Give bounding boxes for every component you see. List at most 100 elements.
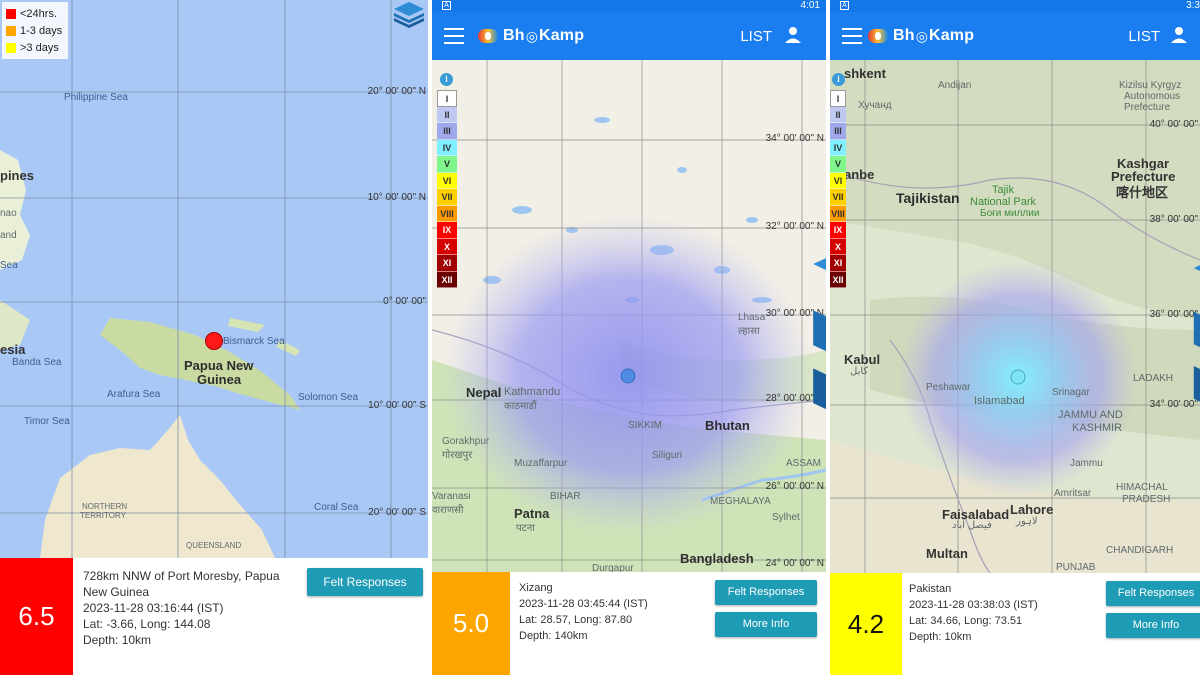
app-bar: Bh ◎ Kamp LIST (432, 12, 826, 60)
intensity-level: IV (437, 139, 457, 156)
intensity-level: II (437, 106, 457, 123)
map-label: Lahore (1010, 502, 1054, 517)
earthquake-marker[interactable] (205, 332, 223, 350)
magnitude-badge: 4.2 (830, 573, 902, 675)
map-label: Bangladesh (680, 551, 754, 566)
app-logo: Bh ◎ Kamp (478, 24, 584, 48)
logo-text: Bh (893, 27, 915, 44)
user-icon[interactable] (1170, 26, 1188, 44)
map-label: ल्हासा (738, 326, 760, 337)
event-details: 728km NNW of Port Moresby, Papua New Gui… (83, 568, 298, 648)
layers-icon[interactable] (790, 66, 826, 572)
map-label: and (0, 230, 17, 241)
map-label: NORTHERN (82, 502, 128, 511)
recency-legend-item: <24hrs. (6, 5, 62, 22)
layers-icon[interactable] (392, 0, 426, 28)
map-label: Bismarck Sea (223, 336, 285, 347)
map-label: Tajikistan (896, 190, 960, 206)
intensity-level: V (437, 156, 457, 173)
map-label: Guinea (197, 372, 242, 387)
datetime-text: 2023-11-28 03:38:03 (IST) (909, 599, 1038, 611)
felt-responses-button[interactable]: Felt Responses (1106, 581, 1200, 606)
datetime-text: 2023-11-28 03:16:44 (IST) (83, 601, 224, 615)
map-label: SIKKIM (628, 420, 662, 431)
intensity-level: VI (830, 172, 846, 189)
map-label: CHANDIGARH (1106, 545, 1174, 556)
app-logo: Bh ◎ Kamp (868, 24, 974, 48)
latitude-label: 10° 00' 00" S (368, 400, 426, 411)
map-label: کابل (850, 366, 869, 377)
menu-icon[interactable] (444, 28, 464, 44)
map-label: Muzaffarpur (514, 458, 568, 469)
layers-icon[interactable] (1172, 66, 1200, 573)
more-info-button[interactable]: More Info (715, 612, 817, 637)
map-label: Prefecture (1124, 102, 1171, 113)
panel-papua-new-guinea: Philippine Sea pines nao and Sea Bismarc… (0, 0, 428, 675)
latitude-label: 20° 00' 00" S (368, 507, 426, 518)
map-label: PRADESH (1122, 494, 1171, 505)
recency-legend: <24hrs. 1-3 days >3 days (2, 2, 69, 59)
status-bar: A 3:3 (830, 0, 1200, 12)
location-text: New Guinea (83, 585, 150, 599)
map-label: Multan (926, 546, 968, 561)
intensity-level: I (830, 90, 846, 107)
list-button[interactable]: LIST (1128, 28, 1160, 45)
legend-label: 1-3 days (20, 24, 63, 37)
felt-responses-button[interactable]: Felt Responses (307, 568, 423, 596)
screenshot-collage: Philippine Sea pines nao and Sea Bismarc… (0, 0, 1200, 675)
user-icon[interactable] (784, 26, 802, 44)
map-label: nao (0, 208, 17, 219)
map-label: Peshawar (926, 382, 971, 393)
intensity-level: I (437, 90, 457, 107)
map-label: Siliguri (652, 450, 683, 461)
map-label: Bhutan (705, 418, 750, 433)
event-details: Pakistan 2023-11-28 03:38:03 (IST) Lat: … (909, 581, 1099, 645)
datetime-text: 2023-11-28 03:45:44 (IST) (519, 598, 648, 610)
location-text: Pakistan (909, 583, 952, 595)
map-view[interactable]: shkent Andijan Kizilsu Kyrgyz Autonomous… (830, 60, 1200, 573)
map-label: Kathmandu (504, 386, 561, 398)
swatch-red (6, 8, 16, 19)
map-label: TERRITORY (80, 511, 126, 520)
map-label: Lhasa (738, 312, 766, 323)
info-icon[interactable]: i (440, 73, 453, 86)
globe-icon: ◎ (915, 27, 928, 44)
clock-text: 3:3 (1186, 0, 1200, 11)
map-view[interactable]: Lhasa ल्हासा Nepal Kathmandu काठमाडौं SI… (432, 60, 826, 572)
logo-mark-icon (478, 29, 498, 43)
map-label: Боғи миллии (980, 208, 1040, 219)
recency-legend-item: >3 days (6, 39, 62, 56)
map-label: PUNJAB (1056, 562, 1096, 573)
intensity-level: IX (437, 222, 457, 239)
map-label: MEGHALAYA (710, 496, 771, 507)
more-info-button[interactable]: More Info (1106, 613, 1200, 638)
panel-xizang: A 4:01 Bh ◎ Kamp LIST Lhasa ल्हासा Nepal… (432, 0, 826, 675)
notification-icon: A (442, 1, 451, 10)
intensity-level: III (437, 123, 457, 140)
map-label: JAMMU AND (1058, 409, 1123, 421)
legend-label: <24hrs. (20, 7, 57, 20)
intensity-level: IV (830, 139, 846, 156)
depth-text: Depth: 10km (909, 631, 972, 643)
logo-text: Kamp (928, 27, 975, 44)
list-button[interactable]: LIST (740, 28, 772, 45)
depth-text: Depth: 10km (83, 633, 152, 647)
info-icon[interactable]: i (832, 73, 845, 86)
map-view[interactable]: Philippine Sea pines nao and Sea Bismarc… (0, 0, 428, 558)
map-label: Gorakhpur (442, 436, 490, 447)
latlong-text: Lat: -3.66, Long: 144.08 (83, 617, 211, 631)
intensity-level: VIII (830, 205, 846, 222)
event-details: Xizang 2023-11-28 03:45:44 (IST) Lat: 28… (519, 580, 709, 644)
map-label: KASHMIR (1072, 422, 1123, 434)
map-label: Хучанд (858, 100, 892, 111)
menu-icon[interactable] (842, 28, 862, 44)
felt-responses-button[interactable]: Felt Responses (715, 580, 817, 605)
notification-icon: A (840, 1, 849, 10)
intensity-level: II (830, 106, 846, 123)
map-label: Arafura Sea (107, 389, 161, 400)
intensity-level: VII (437, 189, 457, 206)
map-label: पटना (516, 523, 535, 534)
earthquake-info-card: 4.2 Pakistan 2023-11-28 03:38:03 (IST) L… (830, 573, 1200, 675)
intensity-level: VIII (437, 205, 457, 222)
map-label: pines (0, 168, 34, 183)
